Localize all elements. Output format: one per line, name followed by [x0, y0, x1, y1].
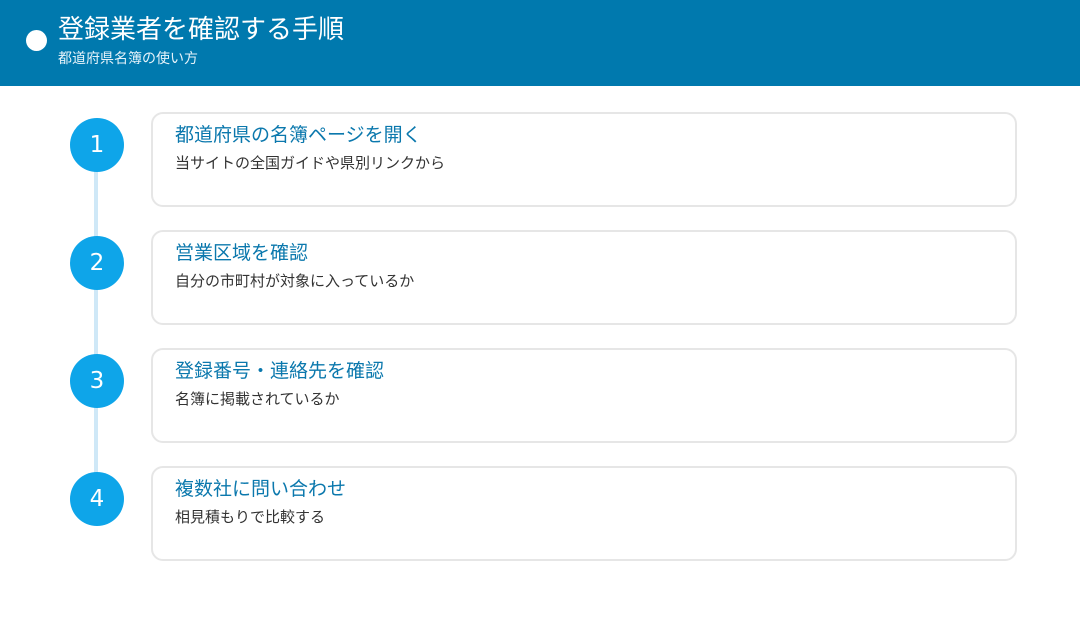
- step-description: 相見積もりで比較する: [175, 508, 326, 526]
- header-bar: 登録業者を確認する手順 都道府県名簿の使い方: [0, 0, 1080, 86]
- step-description: 自分の市町村が対象に入っているか: [175, 272, 415, 290]
- page-subtitle: 都道府県名簿の使い方: [58, 51, 198, 67]
- page-title: 登録業者を確認する手順: [58, 15, 345, 45]
- step-card-4: 複数社に問い合わせ 相見積もりで比較する: [151, 466, 1017, 561]
- step-number-badge: 3: [70, 354, 124, 408]
- timeline-connector: [94, 146, 98, 500]
- step-description: 当サイトの全国ガイドや県別リンクから: [175, 154, 446, 172]
- step-title: 営業区域を確認: [175, 242, 309, 264]
- step-number-badge: 1: [70, 118, 124, 172]
- step-title: 複数社に問い合わせ: [175, 478, 347, 500]
- step-card-1: 都道府県の名簿ページを開く 当サイトの全国ガイドや県別リンクから: [151, 112, 1017, 207]
- step-number-badge: 4: [70, 472, 124, 526]
- step-number-badge: 2: [70, 236, 124, 290]
- header-bullet-icon: [26, 30, 47, 51]
- step-title: 都道府県の名簿ページを開く: [175, 124, 422, 146]
- step-card-3: 登録番号・連絡先を確認 名簿に掲載されているか: [151, 348, 1017, 443]
- step-title: 登録番号・連絡先を確認: [175, 360, 385, 382]
- step-description: 名簿に掲載されているか: [175, 390, 340, 408]
- step-card-2: 営業区域を確認 自分の市町村が対象に入っているか: [151, 230, 1017, 325]
